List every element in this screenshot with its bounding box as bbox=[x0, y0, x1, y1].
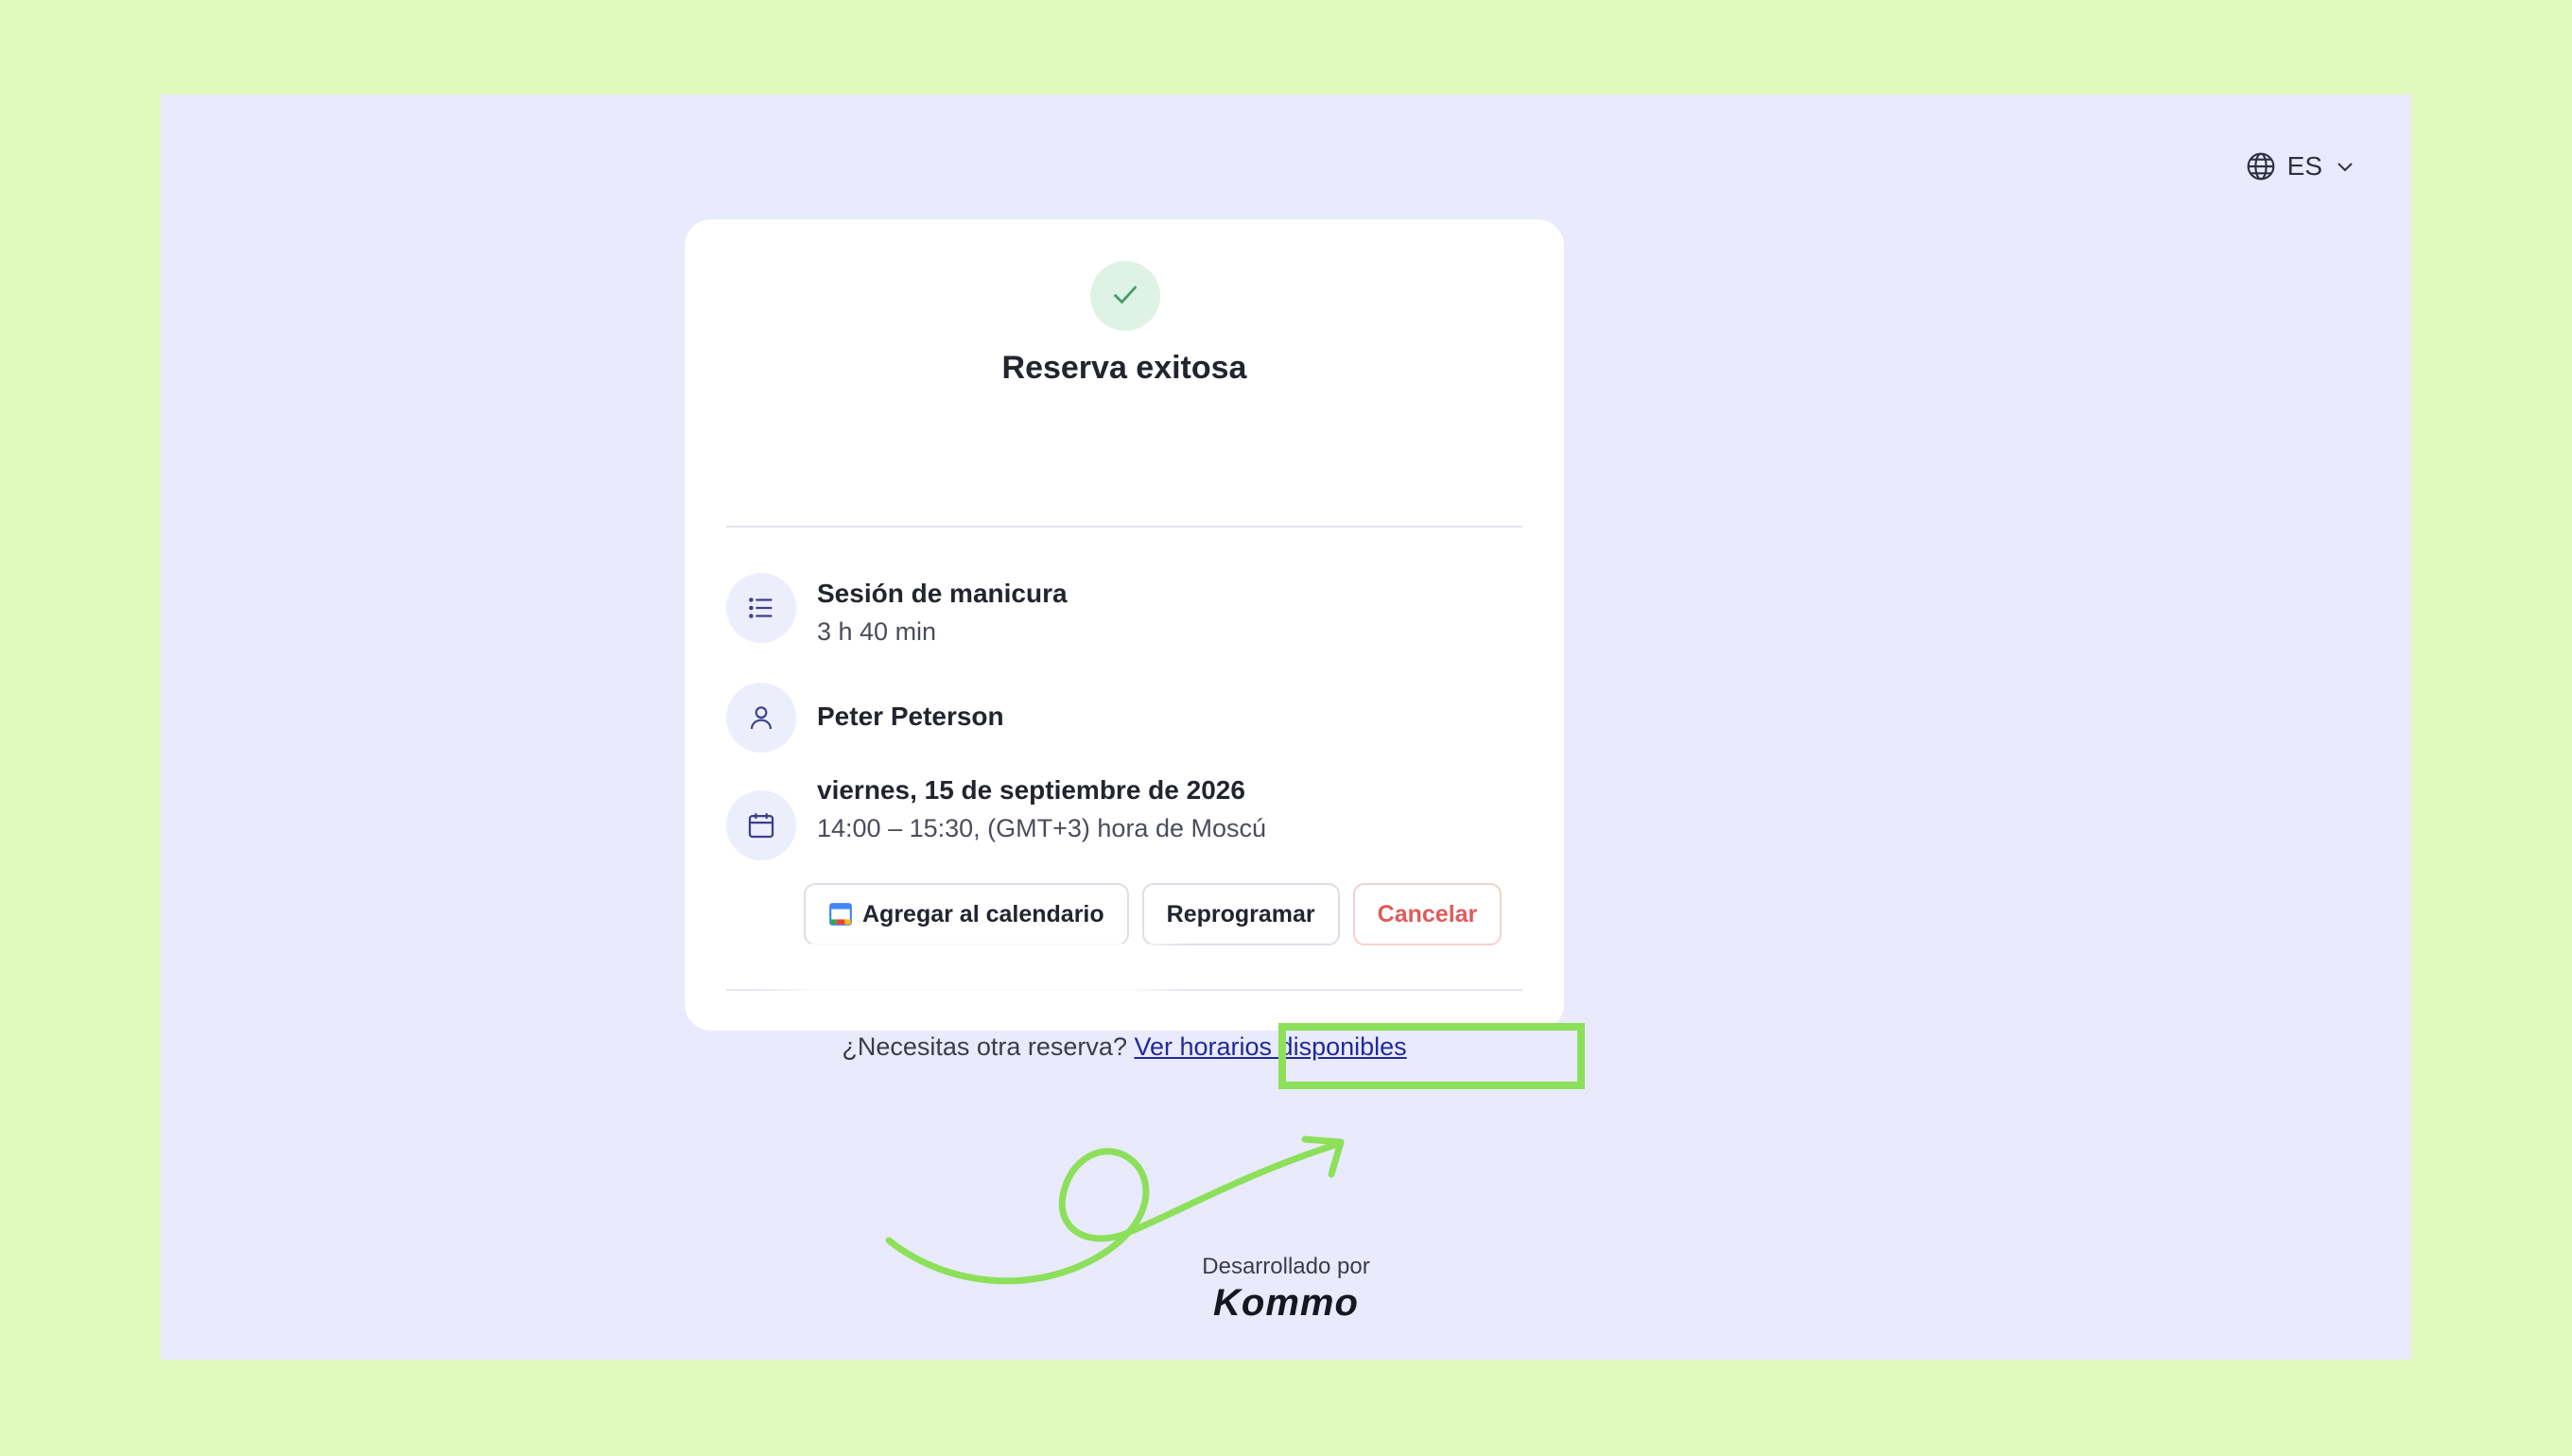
booking-date: viernes, 15 de septiembre de 2026 bbox=[817, 775, 1245, 805]
language-code: ES bbox=[2286, 151, 2322, 181]
another-booking-question: ¿Necesitas otra reserva? bbox=[842, 1032, 1127, 1061]
cancel-button[interactable]: Cancelar bbox=[1352, 883, 1503, 945]
check-icon bbox=[1109, 278, 1141, 315]
user-icon bbox=[726, 683, 796, 753]
add-to-calendar-label: Agregar al calendario bbox=[862, 900, 1104, 927]
divider bbox=[726, 989, 1522, 991]
language-selector[interactable]: ES bbox=[2246, 151, 2356, 182]
view-available-times-link[interactable]: Ver horarios disponibles bbox=[1134, 1032, 1406, 1061]
reschedule-button[interactable]: Reprogramar bbox=[1141, 883, 1340, 945]
globe-icon bbox=[2246, 151, 2276, 182]
add-to-calendar-button[interactable]: Agregar al calendario bbox=[804, 883, 1129, 945]
powered-by-label: Desarrollado por bbox=[1202, 1254, 1370, 1279]
kommo-logo[interactable]: Kommo bbox=[1097, 1282, 1475, 1325]
service-name: Sesión de manicura bbox=[817, 579, 1068, 608]
staff-name: Peter Peterson bbox=[817, 702, 1004, 731]
list-icon bbox=[726, 573, 796, 643]
confirmation-title: Reserva exitosa bbox=[1001, 350, 1247, 386]
another-booking-prompt: ¿Necesitas otra reserva? Ver horarios di… bbox=[685, 1032, 1564, 1062]
chevron-down-icon bbox=[2334, 155, 2356, 178]
datetime-row: viernes, 15 de septiembre de 2026 14:00 … bbox=[726, 775, 1267, 860]
booking-confirmation-card: Reserva exitosa Sesión de manicura 3 h 4… bbox=[685, 219, 1564, 1031]
calendar-icon bbox=[726, 790, 796, 860]
booking-time: 14:00 – 15:30, (GMT+3) hora de Moscú bbox=[817, 814, 1267, 842]
service-row: Sesión de manicura 3 h 40 min bbox=[726, 573, 1068, 650]
google-calendar-icon bbox=[828, 902, 853, 927]
booking-actions: Agregar al calendario Reprogramar Cancel… bbox=[804, 883, 1503, 945]
success-badge bbox=[1090, 261, 1160, 331]
staff-row: Peter Peterson bbox=[726, 683, 1004, 753]
divider bbox=[726, 526, 1522, 528]
service-duration: 3 h 40 min bbox=[817, 617, 937, 646]
